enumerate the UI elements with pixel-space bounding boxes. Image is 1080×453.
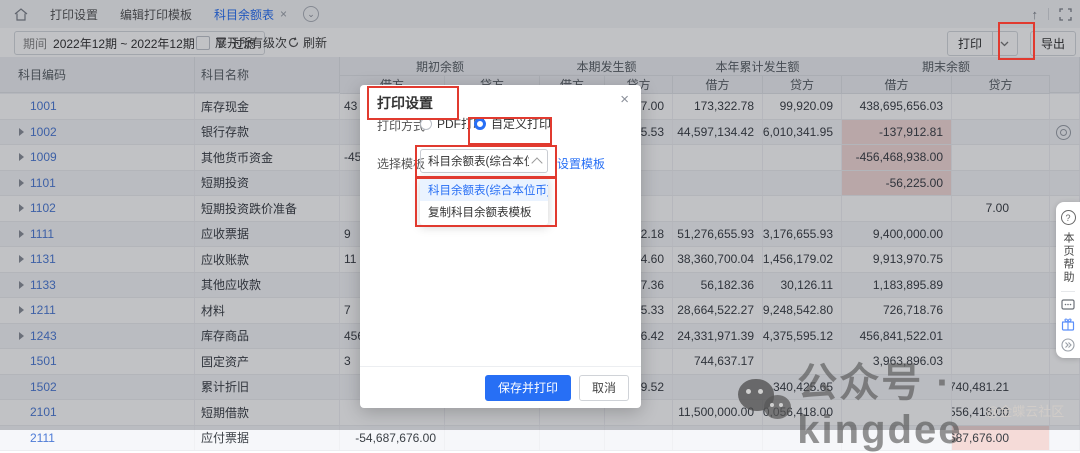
radio-label: 自定义打印 [491,115,551,132]
dialog-title: 打印设置 [377,93,433,113]
account-code-link[interactable]: 2111 [30,431,55,445]
gift-icon[interactable] [1061,318,1075,331]
help-panel: ? 本页帮助 [1056,202,1080,358]
template-select[interactable]: 科目余额表(综合本位币)(... [420,149,548,173]
template-options-dropdown: 科目余额表(综合本位币)(默认) 复制科目余额表模板 [420,177,548,225]
close-icon[interactable]: × [620,91,629,108]
template-option-default[interactable]: 科目余额表(综合本位币)(默认) [420,179,548,201]
template-option-copy[interactable]: 复制科目余额表模板 [420,201,548,223]
print-mode-label: 打印方式 [377,117,425,134]
template-label: 选择模板 [377,155,425,172]
app-root: 打印设置 编辑打印模板 科目余额表 × ⌄ ↑ 期间 2022年12期 ~ 20… [0,0,1080,430]
page-help-label[interactable]: 本页帮助 [1060,232,1076,284]
feedback-icon[interactable] [1061,299,1075,311]
question-icon[interactable]: ? [1061,210,1076,225]
set-template-link[interactable]: 设置模板 [557,155,605,172]
template-select-value: 科目余额表(综合本位币)(... [428,153,529,169]
radio-icon [420,118,432,130]
chevron-up-icon [531,157,542,168]
radio-custom-print[interactable]: 自定义打印 [474,115,551,132]
save-and-print-button[interactable]: 保存并打印 [485,375,571,401]
radio-icon [474,118,486,130]
divider [1061,291,1075,292]
dialog-footer: 保存并打印 取消 [360,366,641,408]
print-settings-dialog: 打印设置 × 打印方式 PDF打印 自定义打印 选择模板 科目余额表(综合本位币… [360,85,641,408]
cancel-button[interactable]: 取消 [579,375,629,401]
collapse-panel-icon[interactable] [1061,338,1075,352]
